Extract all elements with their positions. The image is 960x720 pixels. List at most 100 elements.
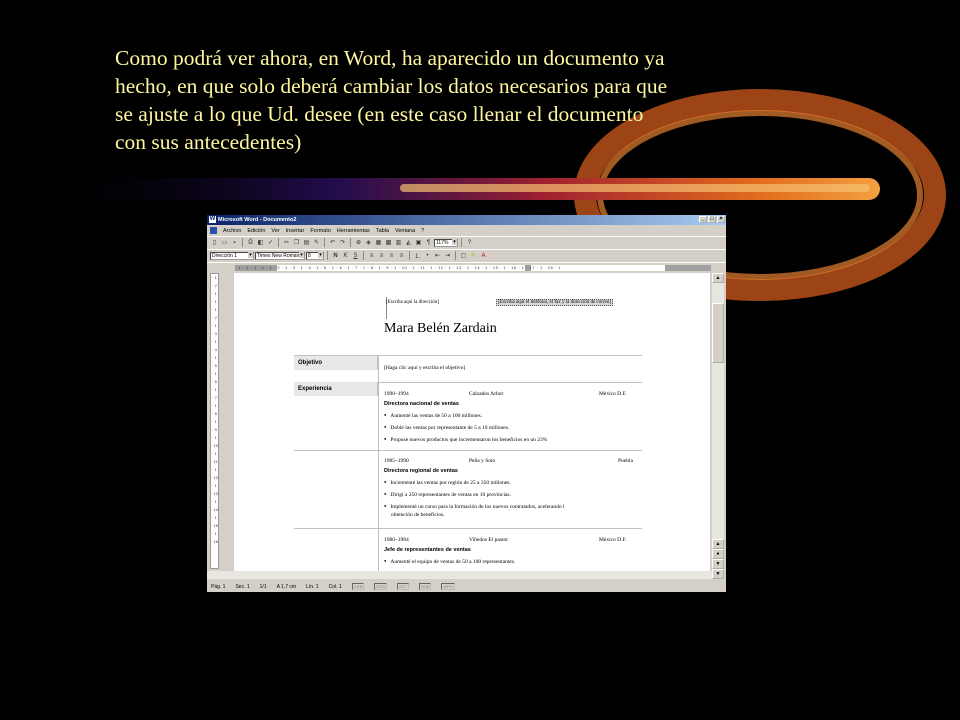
job-bullet[interactable]: Incrementé las ventas por región de 25 a… [384, 480, 510, 486]
close-button[interactable]: × [717, 216, 725, 223]
job-bullet[interactable]: Propuse nuevos productos que incrementar… [384, 437, 547, 443]
job-dates[interactable]: 1985–1990 [384, 458, 409, 464]
preview-icon[interactable]: ◧ [256, 238, 265, 247]
address-prompt[interactable]: [Escriba aquí la dirección] [386, 300, 439, 305]
hyperlink-icon[interactable]: ⊕ [354, 238, 363, 247]
horizontal-ruler[interactable]: · 1 · 2 · 1 · 1 · 1 · 2 · 1 · 3 · 1 · 4 … [207, 262, 726, 273]
job-city[interactable]: México D.F. [599, 391, 627, 397]
drawing-icon[interactable]: ◭ [404, 238, 413, 247]
document-page[interactable]: [Escriba aquí la dirección] [Escriba aqu… [234, 273, 710, 571]
document-icon[interactable] [210, 227, 217, 234]
spelling-icon[interactable]: ✓ [266, 238, 275, 247]
font-select[interactable]: Times New Roman [255, 251, 305, 260]
copy-icon[interactable]: ❐ [292, 238, 301, 247]
numbering-icon[interactable]: ⒈ [413, 251, 422, 260]
new-icon[interactable]: ▯ [210, 238, 219, 247]
experience-label: Experiencia [294, 382, 378, 396]
status-indicator[interactable]: MCA [374, 583, 388, 590]
browse-object-icon[interactable]: ● [712, 549, 724, 559]
phone-prompt[interactable]: [Escriba aquí el teléfono, el fax y la d… [496, 299, 613, 306]
scroll-down-icon[interactable]: ▼ [712, 569, 724, 579]
borders-icon[interactable]: ▢ [459, 251, 468, 260]
menu-ventana[interactable]: Ventana [395, 228, 415, 234]
show-hide-icon[interactable]: ¶ [424, 238, 433, 247]
menu-archivo[interactable]: Archivo [223, 228, 241, 234]
decrease-indent-icon[interactable]: ⇤ [433, 251, 442, 260]
job-title[interactable]: Directora regional de ventas [384, 468, 458, 474]
job-title[interactable]: Directora nacional de ventas [384, 401, 459, 407]
objective-placeholder[interactable]: [Haga clic aquí y escriba el objetivo] [384, 365, 465, 371]
italic-icon[interactable]: K [341, 251, 350, 260]
zoom-select[interactable]: 117% [434, 238, 458, 247]
caption-line: hecho, en que solo deberá cambiar los da… [115, 74, 668, 98]
job-city[interactable]: Puebla [618, 458, 633, 464]
status-indicator[interactable]: WPH [441, 583, 455, 590]
menu-edicion[interactable]: Edición [247, 228, 265, 234]
job-dates[interactable]: 1980–1984 [384, 537, 409, 543]
bullets-icon[interactable]: • [423, 251, 432, 260]
word-app-icon: W [209, 216, 216, 223]
align-left-icon[interactable]: ≡ [367, 251, 376, 260]
job-bullet[interactable]: Aumenté el equipo de ventas de 50 a 100 … [384, 559, 515, 565]
job-bullet[interactable]: Implementé un curso para la formación de… [384, 504, 564, 510]
scroll-up-icon[interactable]: ▲ [712, 273, 724, 283]
underline-icon[interactable]: S [351, 251, 360, 260]
status-indicator[interactable]: GRB [351, 583, 365, 590]
status-indicator[interactable]: EXT [397, 583, 409, 590]
vertical-ruler[interactable]: · 1 · 2 · 1 · 1 · 1 · 2 · 1 · 3 · 1 · 4 … [210, 273, 219, 569]
minimize-button[interactable]: _ [699, 216, 707, 223]
style-select[interactable]: Dirección 1 [210, 251, 254, 260]
job-bullet[interactable]: Dirigí a 250 representantes de ventas en… [384, 492, 511, 498]
print-icon[interactable]: ⎙ [246, 238, 255, 247]
job-bullet[interactable]: Aumenté las ventas de 50 a 100 millones. [384, 413, 482, 419]
job-dates[interactable]: 1990–1994 [384, 391, 409, 397]
title-bar[interactable]: W Microsoft Word - Documento2 _ □ × [207, 215, 726, 225]
web-toolbar-icon[interactable]: ◈ [364, 238, 373, 247]
job-title[interactable]: Jefe de representantes de ventas [384, 547, 471, 553]
highlight-icon[interactable]: ✎ [469, 251, 478, 260]
job-company[interactable]: Viñedos El pastor [469, 537, 508, 543]
menu-ver[interactable]: Ver [271, 228, 279, 234]
save-icon[interactable]: ▪ [230, 238, 239, 247]
columns-icon[interactable]: ▥ [394, 238, 403, 247]
job-company[interactable]: Peña y Soto [469, 458, 495, 464]
cut-icon[interactable]: ✂ [282, 238, 291, 247]
horizontal-scrollbar[interactable] [207, 571, 712, 579]
open-icon[interactable]: ▭ [220, 238, 229, 247]
scroll-down-page-icon[interactable]: ▼ [712, 559, 724, 569]
justify-icon[interactable]: ≡ [397, 251, 406, 260]
scroll-thumb[interactable] [712, 303, 724, 363]
excel-icon[interactable]: ▩ [384, 238, 393, 247]
vertical-scrollbar[interactable]: ▲ ▲ ● ▼ ▼ [712, 273, 724, 579]
menu-herramientas[interactable]: Herramientas [337, 228, 370, 234]
format-painter-icon[interactable]: ✎ [312, 238, 321, 247]
font-color-icon[interactable]: A [479, 251, 488, 260]
redo-icon[interactable]: ↷ [338, 238, 347, 247]
align-center-icon[interactable]: ≡ [377, 251, 386, 260]
maximize-button[interactable]: □ [708, 216, 716, 223]
status-indicator[interactable]: SOB [418, 583, 432, 590]
status-pages: 1/1 [259, 583, 267, 590]
increase-indent-icon[interactable]: ⇥ [443, 251, 452, 260]
resume-name[interactable]: Mara Belén Zardain [384, 321, 497, 337]
undo-icon[interactable]: ↶ [328, 238, 337, 247]
job-bullet-continuation[interactable]: obtención de beneficios. [391, 512, 445, 518]
paste-icon[interactable]: ▤ [302, 238, 311, 247]
document-map-icon[interactable]: ▣ [414, 238, 423, 247]
job-city[interactable]: México D.F. [599, 537, 627, 543]
menu-help[interactable]: ? [421, 228, 424, 234]
table-icon[interactable]: ▦ [374, 238, 383, 247]
menu-insertar[interactable]: Insertar [286, 228, 305, 234]
menu-tabla[interactable]: Tabla [376, 228, 389, 234]
help-icon[interactable]: ? [465, 238, 474, 247]
job-bullet[interactable]: Doblé las ventas por representante de 5 … [384, 425, 509, 431]
status-line: Lín. 1 [306, 583, 319, 590]
align-right-icon[interactable]: ≡ [387, 251, 396, 260]
status-page: Pág. 1 [211, 583, 226, 590]
job-row: 1980–1984 Viñedos El pastor México D.F. … [294, 528, 642, 571]
font-size-select[interactable]: 8 [306, 251, 324, 260]
scroll-up-page-icon[interactable]: ▲ [712, 539, 724, 549]
job-company[interactable]: Calzados Arbor [469, 391, 503, 397]
menu-formato[interactable]: Formato [310, 228, 330, 234]
bold-icon[interactable]: N [331, 251, 340, 260]
